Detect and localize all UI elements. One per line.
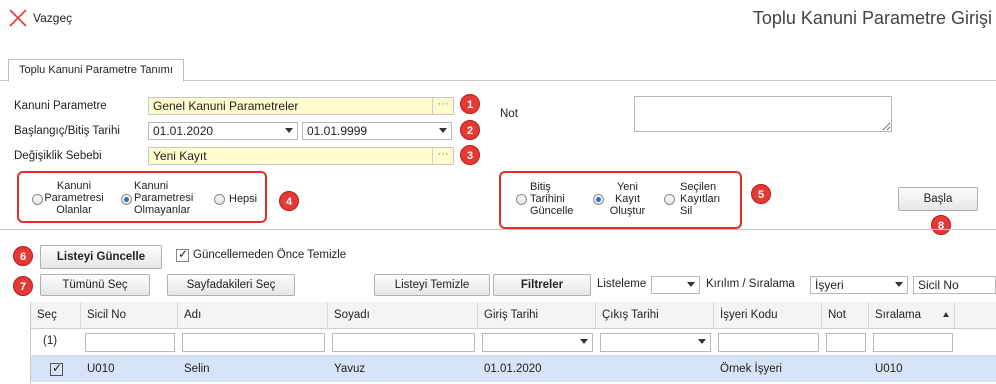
baslangic-date-select[interactable]: 01.01.2020	[148, 122, 298, 140]
chevron-down-icon	[895, 282, 903, 287]
filter-isyeri-kodu[interactable]	[718, 333, 819, 352]
step-badge-6: 6	[13, 246, 33, 266]
filter-adi[interactable]	[182, 333, 325, 352]
cell-soyadi: Yavuz	[334, 363, 366, 375]
column-header-cikis-tarihi[interactable]: Çıkış Tarihi	[596, 302, 714, 328]
sort-ascending-icon[interactable]	[943, 312, 949, 317]
bitis-date-value: 01.01.9999	[307, 124, 368, 138]
grid-header: Seç Sicil No Adı Soyadı Giriş Tarihi Çık…	[31, 302, 996, 329]
column-header-isyeri-kodu[interactable]: İşyeri Kodu	[714, 302, 822, 328]
filtreler-button[interactable]: Filtreler	[493, 274, 591, 296]
filter-giris-tarihi[interactable]	[482, 333, 593, 352]
radio-kanuni-parametresi-olmayanlar[interactable]	[121, 194, 132, 205]
filter-siralama[interactable]	[873, 333, 953, 352]
radio-label-bitis-tarihini-guncelle: Bitiş Tarihini Güncelle	[530, 181, 574, 217]
chevron-down-icon	[285, 128, 293, 133]
step-badge-2: 2	[460, 120, 480, 140]
listeyi-guncelle-button[interactable]: Listeyi Güncelle	[40, 245, 162, 269]
radio-label-yeni-kayit-olustur: Yeni Kayıt Oluştur	[609, 181, 646, 217]
chevron-down-icon	[439, 128, 447, 133]
radio-kanuni-parametresi-olanlar[interactable]	[32, 194, 43, 205]
guncellemeden-once-temizle-checkbox[interactable]: ✓	[176, 247, 189, 262]
kanuni-parametre-value: Genel Kanuni Parametreler	[153, 99, 299, 113]
bitis-date-select[interactable]: 01.01.9999	[302, 122, 452, 140]
column-header-sicil-no[interactable]: Sicil No	[81, 302, 178, 328]
step-badge-7: 7	[13, 276, 33, 296]
guncellemeden-once-temizle-label: Güncellemeden Önce Temizle	[193, 249, 347, 261]
kanuni-parametre-label: Kanuni Parametre	[14, 100, 107, 112]
close-icon[interactable]	[8, 8, 28, 28]
kirilim-siralama-label: Kırılım / Sıralama	[706, 278, 795, 290]
basla-button[interactable]: Başla	[898, 187, 978, 211]
column-header-adi[interactable]: Adı	[178, 302, 328, 328]
kirilim-select[interactable]: İşyeri	[810, 276, 908, 294]
degisiklik-sebebi-label: Değişiklik Sebebi	[14, 150, 102, 162]
filter-count: (1)	[43, 335, 58, 347]
radio-label-olanlar: Kanuni Parametresi Olanlar	[44, 180, 104, 216]
not-label: Not	[500, 108, 518, 120]
filter-cikis-tarihi[interactable]	[600, 333, 711, 352]
filter-not[interactable]	[826, 333, 866, 352]
step-badge-8: 8	[931, 215, 951, 235]
radio-label-olmayanlar: Kanuni Parametresi Olmayanlar	[134, 180, 194, 216]
step-badge-5: 5	[751, 184, 771, 204]
degisiklik-sebebi-field[interactable]: Yeni Kayıt ···	[148, 147, 454, 165]
page-title: Toplu Kanuni Parametre Girişi	[752, 8, 992, 28]
column-header-not[interactable]: Not	[822, 302, 869, 328]
cell-adi: Selin	[184, 363, 210, 375]
siralama-value: Sicil No	[918, 278, 959, 292]
radio-label-hepsi: Hepsi	[229, 193, 258, 205]
tab-toplu-kanuni-parametre-tanimi[interactable]: Toplu Kanuni Parametre Tanımı	[8, 59, 184, 82]
cancel-button[interactable]: Vazgeç	[33, 11, 72, 25]
listeyi-temizle-button[interactable]: Listeyi Temizle	[374, 274, 490, 296]
not-textarea[interactable]	[634, 96, 892, 132]
baslangic-date-value: 01.01.2020	[153, 124, 214, 138]
radio-label-secilen-kayitlari-sil: Seçilen Kayıtları Sil	[680, 181, 721, 217]
sayfadakileri-sec-button[interactable]: Sayfadakileri Seç	[167, 274, 295, 296]
cell-cikis-tarihi	[596, 356, 602, 382]
section-divider	[0, 229, 996, 230]
listeleme-label: Listeleme	[597, 278, 647, 290]
cell-isyeri-kodu: Örnek İşyeri	[720, 363, 782, 375]
check-icon: ✓	[178, 247, 189, 261]
cell-sicil-no: U010	[87, 363, 115, 375]
column-header-giris-tarihi[interactable]: Giriş Tarihi	[478, 302, 596, 328]
tumunu-sec-button[interactable]: Tümünü Seç	[40, 274, 150, 296]
chevron-down-icon	[698, 339, 706, 344]
column-header-soyadi[interactable]: Soyadı	[328, 302, 478, 328]
chevron-down-icon	[687, 282, 695, 287]
row-select-checkbox[interactable]: ✓	[50, 361, 63, 376]
cell-giris-tarihi: 01.01.2020	[484, 363, 542, 375]
radio-secilen-kayitlari-sil[interactable]	[664, 194, 675, 205]
radio-hepsi[interactable]	[214, 194, 225, 205]
filter-sicil-no[interactable]	[85, 333, 175, 352]
table-row[interactable]: ✓ U010 Selin Yavuz 01.01.2020 Örnek İşye…	[31, 356, 996, 382]
cell-not	[822, 356, 828, 382]
grid-filter-row: (1)	[31, 329, 996, 356]
kirilim-value: İşyeri	[815, 278, 844, 292]
radio-yeni-kayit-olustur[interactable]	[593, 194, 604, 205]
chevron-down-icon	[580, 339, 588, 344]
cell-siralama: U010	[875, 363, 903, 375]
radio-bitis-tarihini-guncelle[interactable]	[516, 194, 527, 205]
degisiklik-sebebi-lookup-button[interactable]: ···	[432, 148, 453, 164]
filter-soyadi[interactable]	[332, 333, 475, 352]
step-badge-3: 3	[460, 145, 480, 165]
siralama-select[interactable]: Sicil No	[913, 276, 996, 294]
step-badge-4: 4	[279, 191, 299, 211]
degisiklik-sebebi-value: Yeni Kayıt	[153, 149, 207, 163]
check-icon: ✓	[52, 361, 63, 375]
kanuni-parametre-field[interactable]: Genel Kanuni Parametreler ···	[148, 97, 454, 115]
kanuni-parametre-lookup-button[interactable]: ···	[432, 98, 453, 114]
results-grid: Seç Sicil No Adı Soyadı Giriş Tarihi Çık…	[30, 302, 996, 384]
listeleme-select[interactable]	[651, 276, 700, 294]
step-badge-1: 1	[460, 94, 480, 114]
tarih-label: Başlangıç/Bitiş Tarihi	[14, 125, 120, 137]
column-header-sec[interactable]: Seç	[31, 302, 81, 328]
